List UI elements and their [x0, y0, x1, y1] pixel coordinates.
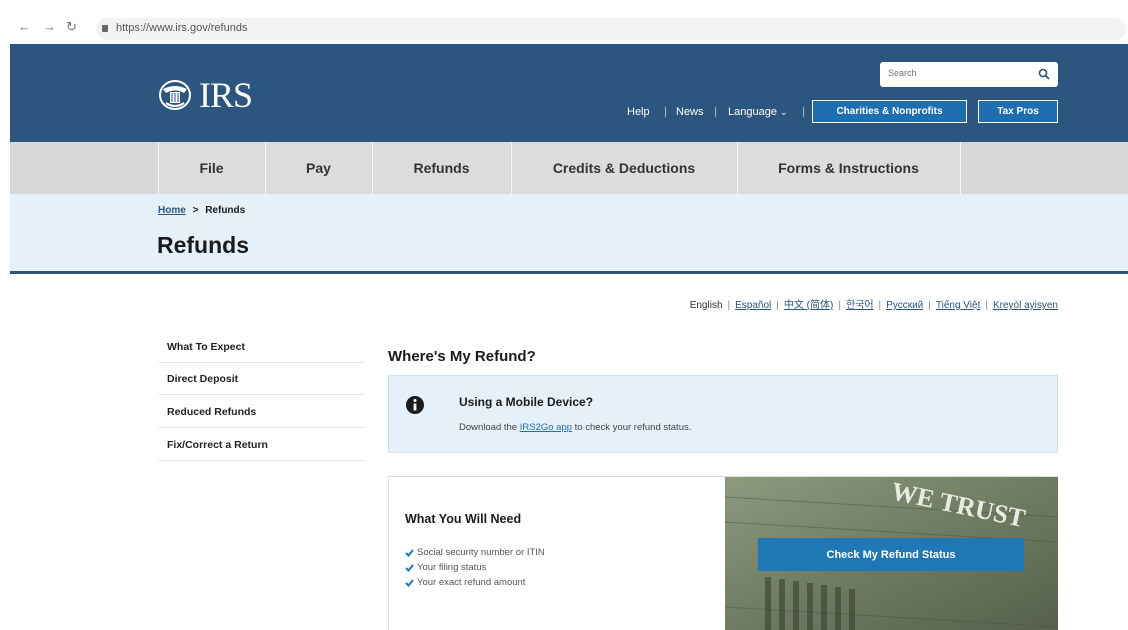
nav-item-file[interactable]: File: [158, 142, 264, 194]
nav-item-refunds[interactable]: Refunds: [372, 142, 510, 194]
tax-pros-button[interactable]: Tax Pros: [978, 100, 1058, 123]
reload-icon[interactable]: ↻: [66, 19, 77, 35]
nav-item-credits-deductions[interactable]: Credits & Deductions: [511, 142, 736, 194]
alert-body-text: Download the: [459, 422, 520, 433]
news-link[interactable]: News: [676, 106, 704, 118]
mobile-alert-box: [388, 375, 1058, 453]
util-separator: |: [802, 104, 806, 118]
section-heading: Where's My Refund?: [388, 348, 536, 365]
sidebar-item-what-to-expect[interactable]: What To Expect: [158, 331, 364, 363]
eagle-icon: [159, 80, 191, 110]
irs-logo[interactable]: IRS: [157, 74, 253, 116]
language-chinese[interactable]: 中文 (简体): [784, 300, 833, 311]
help-link[interactable]: Help: [627, 106, 650, 118]
language-separator: |: [878, 300, 882, 311]
list-item-text: Your exact refund amount: [417, 577, 526, 588]
back-arrow-icon[interactable]: ←: [18, 19, 31, 34]
language-label: Language: [728, 106, 777, 118]
sidebar-item-direct-deposit[interactable]: Direct Deposit: [158, 363, 364, 395]
check-icon: [405, 548, 414, 557]
language-russian[interactable]: Русский: [886, 300, 923, 311]
alert-title: Using a Mobile Device?: [459, 395, 594, 409]
breadcrumb-home-link[interactable]: Home: [158, 205, 186, 216]
address-bar-url[interactable]: https://www.irs.gov/refunds: [116, 22, 247, 34]
list-item: Your filing status: [405, 562, 486, 573]
check-icon: [405, 578, 414, 587]
language-menu[interactable]: Language ⌄: [728, 106, 788, 118]
card-title: What You Will Need: [405, 512, 522, 526]
irs2go-app-link[interactable]: IRS2Go app: [520, 422, 572, 433]
breadcrumb: Home > Refunds: [158, 205, 245, 216]
language-korean[interactable]: 한국어: [846, 300, 874, 311]
nav-item-forms-instructions[interactable]: Forms & Instructions: [737, 142, 959, 194]
nav-item-pay[interactable]: Pay: [265, 142, 371, 194]
language-separator: |: [776, 300, 779, 311]
check-refund-status-button[interactable]: Check My Refund Status: [758, 538, 1024, 571]
language-links: English | Español | 中文 (简体) | 한국어 | Русский | Tiến…: [690, 296, 1058, 311]
sidebar-item-fix-correct-return[interactable]: Fix/Correct a Return: [158, 429, 364, 461]
language-separator: |: [838, 300, 841, 311]
list-item-text: Your filing status: [417, 562, 487, 573]
list-item-text: Social security number or ITIN: [417, 547, 545, 558]
util-separator: |: [714, 104, 718, 118]
language-separator: |: [727, 300, 731, 311]
charities-nonprofits-button[interactable]: Charities & Nonprofits: [812, 100, 967, 123]
check-icon: [405, 563, 414, 572]
chevron-down-icon: ⌄: [780, 107, 788, 117]
address-bar[interactable]: [96, 18, 1126, 40]
language-haitian-creole[interactable]: Kreyòl ayisyen: [993, 300, 1058, 311]
language-separator: |: [928, 300, 931, 311]
list-item: Your exact refund amount: [405, 577, 525, 588]
search-input[interactable]: [888, 68, 1028, 78]
lock-icon: [102, 25, 108, 32]
search-icon[interactable]: [1038, 68, 1050, 80]
language-separator: |: [985, 300, 988, 311]
language-espanol[interactable]: Español: [735, 300, 771, 311]
nav-empty-area: [960, 142, 1128, 194]
forward-arrow-icon[interactable]: →: [43, 19, 56, 34]
language-vietnamese[interactable]: Tiếng Việt: [936, 300, 980, 311]
alert-body: Download the IRS2Go app to check your re…: [459, 422, 691, 433]
list-item: Social security number or ITIN: [405, 547, 545, 558]
alert-body-text: to check your refund status.: [572, 422, 692, 433]
info-icon: [406, 396, 424, 414]
page-title: Refunds: [157, 232, 249, 258]
breadcrumb-current: Refunds: [205, 205, 246, 216]
search-box: [880, 62, 1058, 87]
breadcrumb-separator: >: [192, 205, 199, 216]
util-separator: |: [664, 104, 668, 118]
language-english[interactable]: English: [690, 300, 723, 311]
sidebar-item-reduced-refunds[interactable]: Reduced Refunds: [158, 396, 364, 428]
logo-text: IRS: [199, 75, 253, 115]
